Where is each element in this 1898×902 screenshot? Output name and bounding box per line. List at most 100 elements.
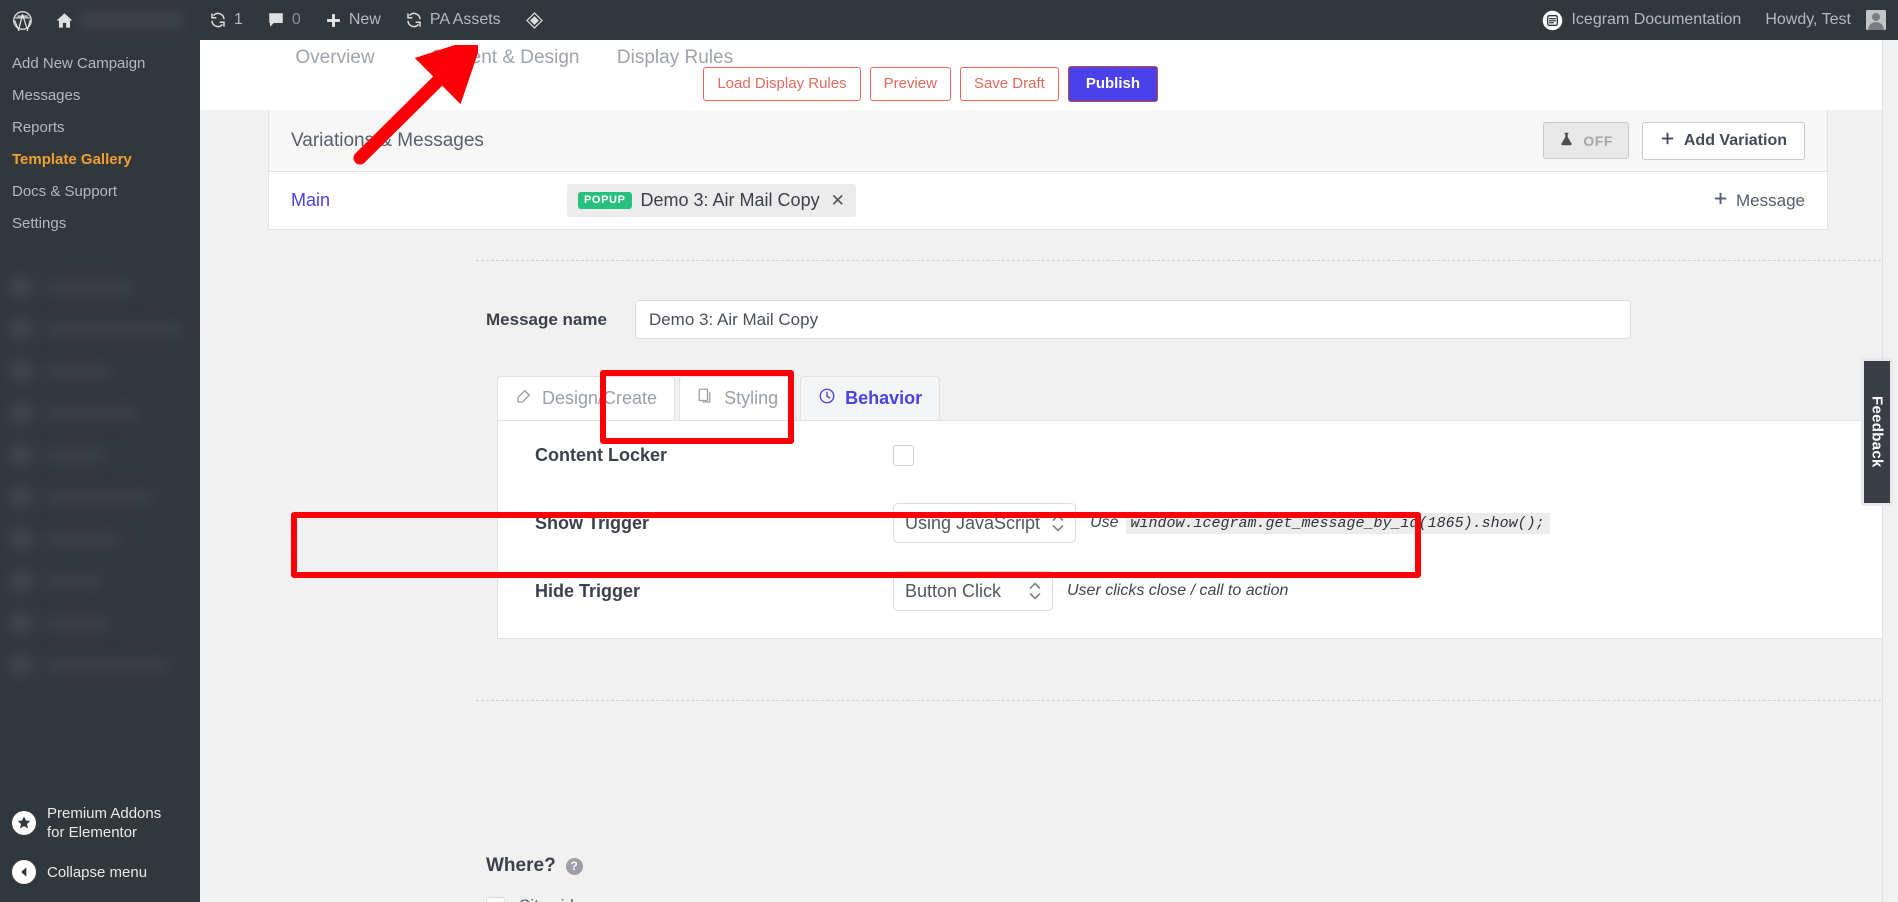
updates-indicator[interactable]: 1	[197, 0, 255, 40]
feedback-tab[interactable]: Feedback	[1861, 358, 1893, 506]
howdy-label: Howdy, Test	[1765, 11, 1851, 28]
where-option-sitewide[interactable]: Sitewide	[486, 896, 636, 902]
content-locker-checkbox[interactable]	[893, 444, 914, 466]
documentation-label: Icegram Documentation	[1571, 11, 1742, 28]
show-trigger-code-snippet: window.icegram.get_message_by_id(1865).s…	[1125, 512, 1550, 534]
sidebar-item-reports[interactable]: Reports	[0, 112, 200, 144]
load-display-rules-button[interactable]: Load Display Rules	[703, 67, 861, 101]
site-name[interactable]	[79, 11, 185, 29]
star-badge-icon	[12, 811, 36, 835]
comments-indicator[interactable]: 0	[255, 0, 313, 40]
sidebar-item-label: Premium Addons for Elementor	[47, 805, 162, 841]
subtab-label: Styling	[724, 388, 779, 408]
comments-count: 0	[291, 11, 301, 28]
sidebar-item-messages[interactable]: Messages	[0, 80, 200, 112]
row-show-trigger: Show Trigger Using JavaScript Use window…	[498, 489, 1898, 557]
section-divider	[476, 700, 1898, 701]
sidebar-bottom-group: Premium Addons for Elementor Collapse me…	[0, 795, 200, 902]
campaign-tabs: Overview Content & Design Display Rules	[200, 40, 760, 72]
feedback-label: Feedback	[1868, 396, 1886, 468]
where-heading: Where? ?	[486, 855, 636, 877]
hide-trigger-label: Hide Trigger	[535, 580, 641, 601]
tab-behavior[interactable]: Behavior	[800, 376, 941, 420]
tab-design-create[interactable]: Design/Create	[497, 376, 676, 420]
row-hide-trigger: Hide Trigger Button Click User clicks cl…	[498, 557, 1898, 625]
tab-styling[interactable]: Styling	[679, 376, 797, 420]
sidebar-item-collapse-menu[interactable]: Collapse menu	[0, 851, 200, 902]
collapse-arrow-icon	[12, 860, 36, 884]
where-section: Where? ? Sitewide Homepage Selected page…	[486, 855, 636, 902]
plus-icon	[1660, 131, 1675, 151]
variation-row: Main POPUP Demo 3: Air Mail Copy ✕ Messa…	[269, 172, 1827, 229]
layers-icon	[697, 387, 715, 410]
campaign-header: Overview Content & Design Display Rules …	[200, 40, 1898, 110]
question-mark-icon[interactable]: ?	[565, 857, 583, 875]
message-subtabs: Design/Create Styling Behavior	[497, 375, 944, 420]
tab-overview[interactable]: Overview	[250, 40, 420, 72]
panel-title: Variations & Messages	[291, 129, 484, 151]
home-icon[interactable]	[43, 0, 197, 40]
icegram-documentation-link[interactable]: Icegram Documentation	[1529, 0, 1753, 40]
subtab-label: Design/Create	[542, 388, 658, 408]
message-name-input[interactable]: Demo 3: Air Mail Copy	[634, 300, 1631, 339]
message-chip-label: Demo 3: Air Mail Copy	[640, 190, 820, 210]
behavior-settings-panel: Content Locker Show Trigger Using JavaSc…	[497, 420, 1898, 639]
flask-icon	[1559, 130, 1574, 151]
wp-admin-bar: 1 0 New PA Assets Icegram Documentation …	[0, 0, 1898, 40]
sidebar-item-docs-support[interactable]: Docs & Support	[0, 176, 200, 208]
clock-icon	[818, 387, 836, 410]
sidebar-item-premium-addons[interactable]: Premium Addons for Elementor	[0, 795, 200, 851]
avatar	[1866, 10, 1886, 30]
admin-bar-right: Icegram Documentation Howdy, Test	[1529, 0, 1898, 40]
show-trigger-hint: Use window.icegram.get_message_by_id(186…	[1090, 512, 1550, 534]
sidebar-item-settings[interactable]: Settings	[0, 208, 200, 240]
publish-button[interactable]: Publish	[1067, 66, 1158, 102]
chevron-updown-icon	[1029, 582, 1041, 600]
content-area: Variations & Messages OFF Add Variation …	[200, 110, 1898, 902]
pa-assets-label: PA Assets	[429, 11, 501, 28]
new-content-button[interactable]: New	[313, 0, 393, 40]
subtab-label: Behavior	[845, 388, 923, 408]
save-draft-button[interactable]: Save Draft	[959, 67, 1059, 101]
sitewide-checkbox[interactable]	[486, 896, 505, 902]
where-option-label: Sitewide	[519, 896, 583, 902]
variations-header-actions: OFF Add Variation	[1543, 121, 1805, 160]
ab-test-state: OFF	[1583, 132, 1613, 149]
chevron-updown-icon	[1052, 514, 1064, 532]
howdy-account-menu[interactable]: Howdy, Test	[1753, 0, 1898, 40]
add-variation-button[interactable]: Add Variation	[1641, 121, 1805, 160]
diamond-icon[interactable]	[513, 0, 556, 40]
tab-content-and-design[interactable]: Content & Design	[420, 40, 590, 72]
pencil-square-icon	[515, 387, 533, 410]
wordpress-logo-icon[interactable]	[0, 0, 43, 40]
variation-name[interactable]: Main	[291, 190, 567, 211]
add-message-label: Message	[1736, 190, 1805, 210]
close-icon[interactable]: ✕	[829, 191, 845, 211]
message-name-label: Message name	[486, 309, 607, 329]
preview-button[interactable]: Preview	[869, 67, 951, 101]
hide-trigger-select[interactable]: Button Click	[893, 571, 1053, 611]
where-title-text: Where?	[486, 855, 556, 876]
hide-trigger-value: Button Click	[905, 580, 1002, 601]
section-divider	[476, 260, 1898, 261]
campaign-actions: Load Display Rules Preview Save Draft Pu…	[703, 40, 1898, 102]
status-badge: POPUP	[578, 192, 632, 209]
sidebar-item-add-new-campaign[interactable]: Add New Campaign	[0, 48, 200, 80]
show-trigger-value: Using JavaScript	[905, 512, 1041, 533]
message-chip[interactable]: POPUP Demo 3: Air Mail Copy ✕	[567, 184, 856, 217]
show-trigger-select[interactable]: Using JavaScript	[893, 503, 1077, 543]
variations-and-messages-panel: Variations & Messages OFF Add Variation …	[268, 110, 1828, 230]
show-trigger-label: Show Trigger	[535, 512, 650, 533]
updates-count: 1	[234, 11, 243, 28]
variations-panel-header: Variations & Messages OFF Add Variation	[269, 110, 1827, 172]
pa-assets-button[interactable]: PA Assets	[393, 0, 513, 40]
sidebar-blurred-menu	[0, 266, 200, 811]
add-message-button[interactable]: Message	[1713, 191, 1805, 211]
message-name-row: Message name Demo 3: Air Mail Copy	[486, 300, 1631, 339]
ab-test-toggle[interactable]: OFF	[1543, 122, 1629, 159]
sidebar-item-label: Collapse menu	[47, 863, 148, 881]
plus-icon	[1713, 191, 1728, 211]
hide-trigger-hint: User clicks close / call to action	[1067, 582, 1289, 599]
sidebar-item-template-gallery[interactable]: Template Gallery	[0, 144, 200, 176]
new-label: New	[348, 11, 381, 28]
